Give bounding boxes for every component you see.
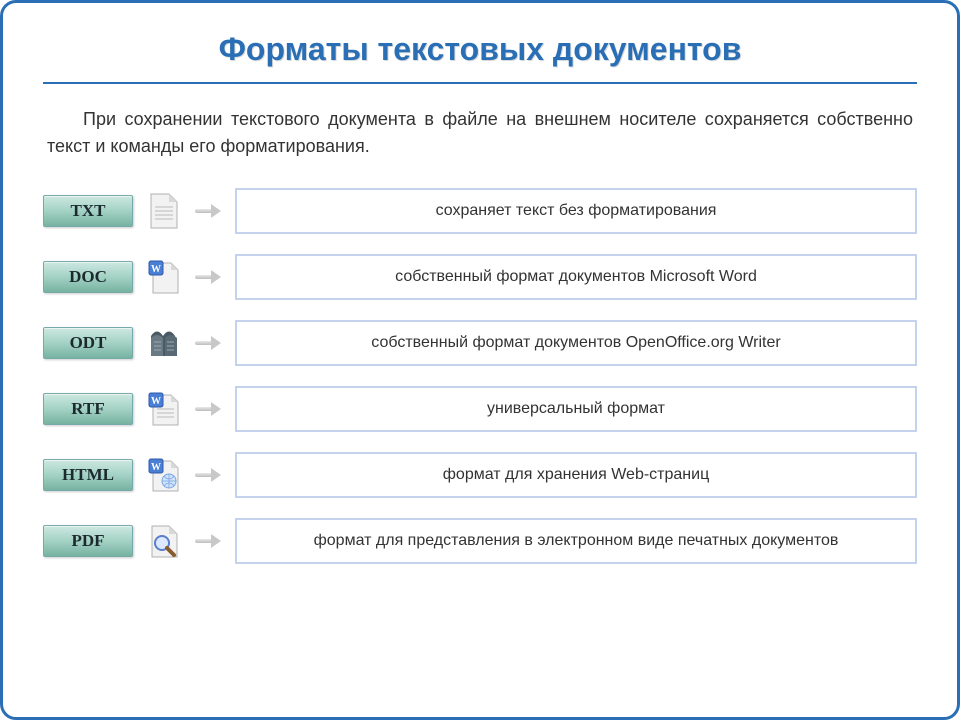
format-row: HTML W формат для хранения Web-страниц	[43, 452, 917, 498]
format-description: сохраняет текст без форматирования	[235, 188, 917, 234]
format-list: TXT сохраняет текст без форматирования D…	[43, 188, 917, 564]
format-badge: TXT	[43, 195, 133, 227]
arrow-icon	[195, 468, 223, 482]
svg-text:W: W	[151, 462, 161, 473]
format-badge: DOC	[43, 261, 133, 293]
arrow-icon	[195, 204, 223, 218]
page-title: Форматы текстовых документов	[43, 23, 917, 84]
format-row: DOC W собственный формат документов Micr…	[43, 254, 917, 300]
format-row: TXT сохраняет текст без форматирования	[43, 188, 917, 234]
format-row: PDF формат для представления в электронн…	[43, 518, 917, 564]
format-description: универсальный формат	[235, 386, 917, 432]
magnifier-icon	[145, 522, 183, 560]
svg-text:W: W	[151, 264, 161, 275]
format-description: собственный формат документов Microsoft …	[235, 254, 917, 300]
arrow-icon	[195, 402, 223, 416]
word-rtf-icon: W	[145, 390, 183, 428]
format-row: RTF W универсальный формат	[43, 386, 917, 432]
plain-doc-icon	[145, 192, 183, 230]
openoffice-icon	[145, 324, 183, 362]
word-html-icon: W	[145, 456, 183, 494]
arrow-icon	[195, 534, 223, 548]
format-description: собственный формат документов OpenOffice…	[235, 320, 917, 366]
arrow-icon	[195, 336, 223, 350]
format-description: формат для хранения Web-страниц	[235, 452, 917, 498]
word-doc-icon: W	[145, 258, 183, 296]
intro-text: При сохранении текстового документа в фа…	[43, 84, 917, 188]
format-description: формат для представления в электронном в…	[235, 518, 917, 564]
svg-text:W: W	[151, 396, 161, 407]
format-badge: PDF	[43, 525, 133, 557]
format-badge: ODT	[43, 327, 133, 359]
arrow-icon	[195, 270, 223, 284]
format-badge: HTML	[43, 459, 133, 491]
format-row: ODT собственный формат документов OpenOf…	[43, 320, 917, 366]
format-badge: RTF	[43, 393, 133, 425]
